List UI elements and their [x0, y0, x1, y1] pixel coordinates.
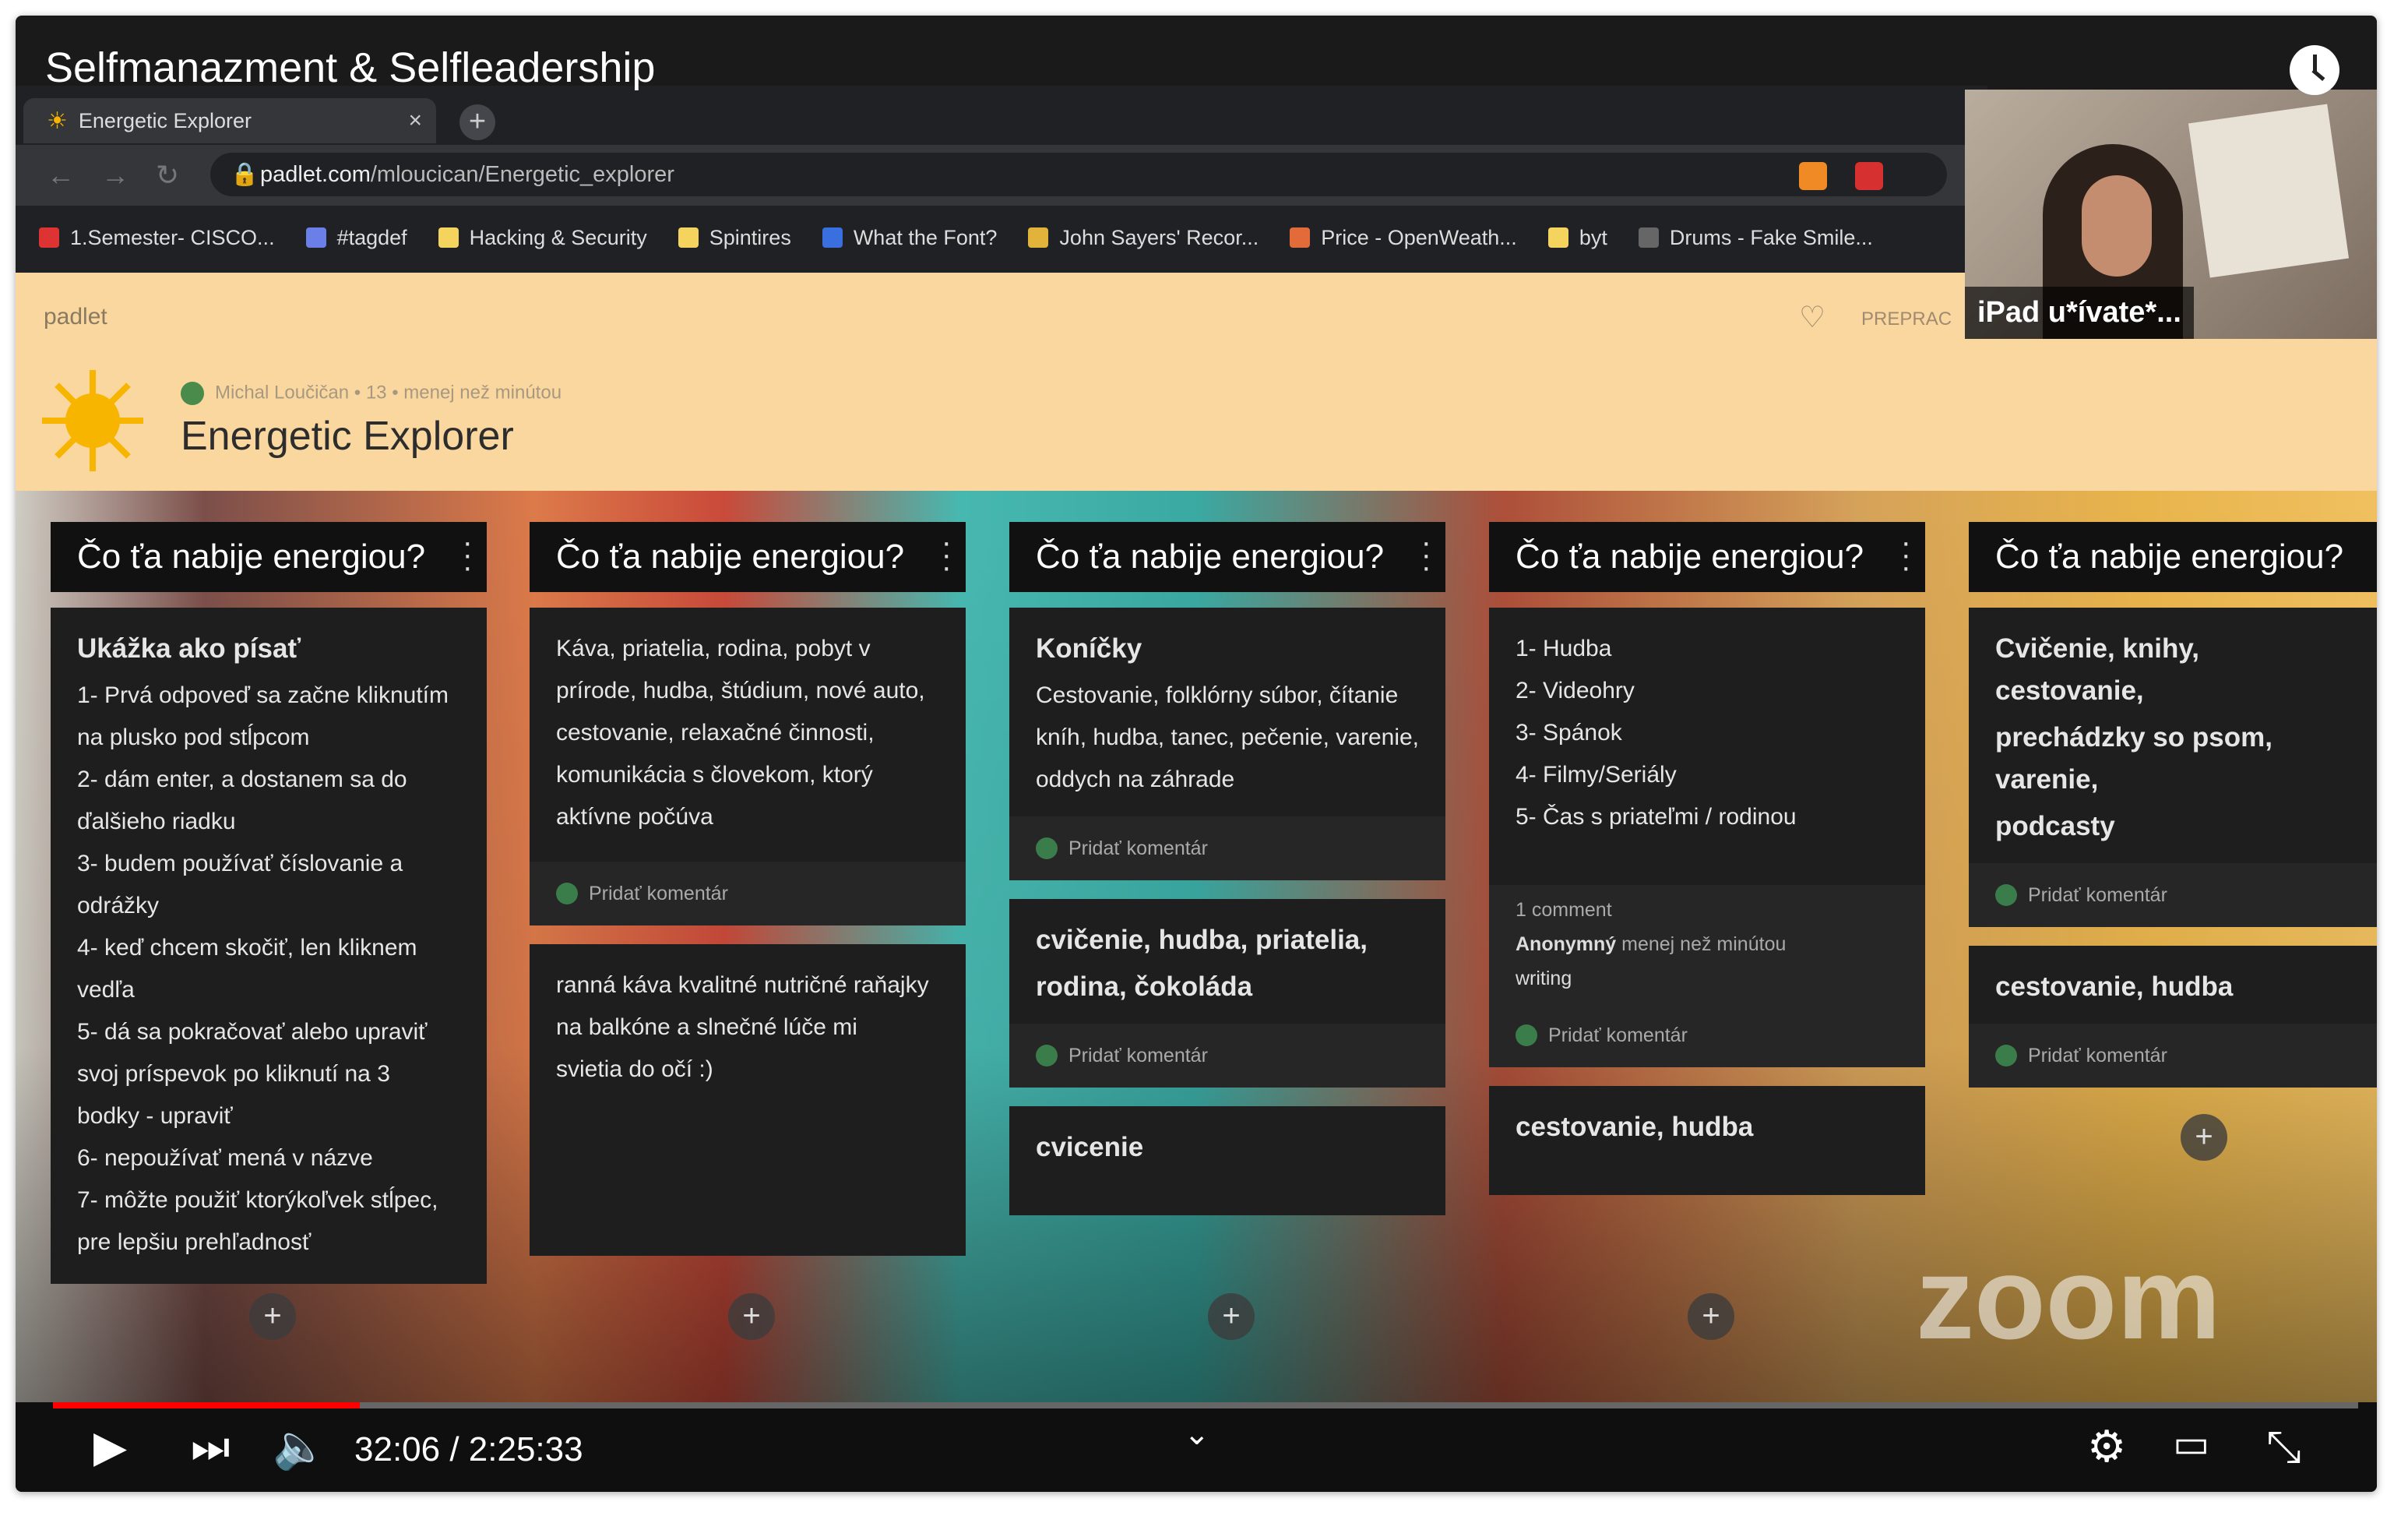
comment-thread: 1 comment Anonymný menej než minútou wri…: [1489, 885, 1925, 1003]
column-header[interactable]: Čo ťa nabije energiou? · · ·: [51, 522, 487, 592]
gear-icon[interactable]: ⚙: [2087, 1421, 2126, 1472]
bookmark[interactable]: Price - OpenWeath...: [1290, 226, 1517, 250]
add-comment-button[interactable]: Pridať komentár: [1969, 1024, 2377, 1088]
browser-window: ☀ Energetic Explorer × + ← → ↻ 🔒 padlet.…: [16, 86, 1987, 284]
clock-icon[interactable]: [2290, 45, 2339, 95]
player-controls: ▶ ⏭ 🔈 32:06 / 2:25:33 ⌄ ⚙ ▭ ⤡: [16, 1402, 2377, 1492]
bookmark[interactable]: John Sayers' Recor...: [1028, 226, 1259, 250]
remake-button[interactable]: PREPRAC: [1861, 308, 1952, 330]
avatar: [1036, 837, 1058, 859]
column-header[interactable]: Čo ťa nabije energiou? · · ·: [1489, 522, 1925, 592]
add-post-button[interactable]: +: [1688, 1293, 1734, 1340]
sun-icon: ☀: [47, 108, 68, 134]
avatar: [1995, 1045, 2017, 1066]
column-header[interactable]: Čo ťa nabije energiou? · · ·: [530, 522, 966, 592]
add-comment-button[interactable]: Pridať komentár: [530, 862, 966, 925]
column: Čo ťa nabije energiou? · · · 1- Hudba 2- Vid…: [1489, 522, 1925, 1195]
add-post-button[interactable]: +: [2181, 1114, 2227, 1161]
new-tab-button[interactable]: +: [459, 104, 495, 140]
bookmark[interactable]: What the Font?: [822, 226, 997, 250]
bookmark[interactable]: Spintires: [678, 226, 791, 250]
extension-icon[interactable]: [1855, 162, 1883, 190]
post-card[interactable]: Cvičenie, knihy, cestovanie, prechádzky …: [1969, 608, 2377, 927]
next-icon[interactable]: ⏭: [191, 1421, 230, 1473]
reload-icon[interactable]: ↻: [156, 159, 179, 192]
post-card[interactable]: Ukážka ako písať 1- Prvá odpoveď sa začn…: [51, 608, 487, 1284]
participant-video[interactable]: iPad u*ívate*...: [1965, 90, 2377, 339]
column: Čo ťa nabije energiou? · · · Koníčky Cestov…: [1009, 522, 1445, 1215]
add-comment-button[interactable]: Pridať komentár: [1969, 863, 2377, 927]
lock-icon: 🔒: [231, 162, 259, 187]
post-card[interactable]: cvičenie, hudba, priatelia, rodina, čoko…: [1009, 899, 1445, 1088]
post-card[interactable]: cestovanie, hudba Pridať komentár: [1969, 946, 2377, 1088]
url-path: /mloucican/Energetic_explorer: [370, 162, 674, 187]
avatar: [1995, 884, 2017, 906]
navigation-bar: ← → ↻ 🔒 padlet.com/mloucican/Energetic_e…: [16, 145, 1987, 206]
volume-icon[interactable]: 🔈: [273, 1421, 327, 1472]
bookmark[interactable]: Drums - Fake Smile...: [1638, 226, 1873, 250]
add-comment-button[interactable]: Pridať komentár: [1489, 1003, 1925, 1067]
close-icon[interactable]: ×: [408, 108, 422, 134]
bookmark[interactable]: #tagdef: [305, 226, 407, 250]
extension-icon[interactable]: [1799, 162, 1827, 190]
tab-title: Energetic Explorer: [78, 108, 252, 132]
more-icon[interactable]: · · ·: [942, 527, 952, 583]
bookmark[interactable]: Hacking & Security: [438, 226, 647, 250]
column: Čo ťa nabije energiou? Cvičenie, knihy, …: [1969, 522, 2377, 1088]
add-comment-button[interactable]: Pridať komentár: [1009, 1024, 1445, 1088]
exit-fullscreen-icon[interactable]: ⤡: [2266, 1421, 2301, 1473]
heart-icon[interactable]: ♡: [1799, 300, 1825, 335]
sun-icon: [42, 370, 143, 471]
post-card[interactable]: ranná káva kvalitné nutričné raňajky na b…: [530, 944, 966, 1256]
bookmark[interactable]: 1.Semester- CISCO...: [39, 226, 275, 250]
video-title: Selfmanazment & Selfleadership: [45, 44, 656, 91]
back-icon[interactable]: ←: [47, 159, 75, 192]
post-card[interactable]: cestovanie, hudba: [1489, 1086, 1925, 1195]
avatar: [556, 883, 578, 904]
add-comment-button[interactable]: Pridať komentár: [1009, 816, 1445, 880]
more-icon[interactable]: · · ·: [1421, 527, 1431, 583]
time-display: 32:06 / 2:25:33: [354, 1430, 583, 1468]
zoom-watermark: zoom: [1916, 1232, 2221, 1363]
column-header[interactable]: Čo ťa nabije energiou?: [1969, 522, 2377, 592]
play-icon[interactable]: ▶: [93, 1421, 127, 1472]
add-post-button[interactable]: +: [1208, 1293, 1255, 1340]
address-bar[interactable]: 🔒 padlet.com/mloucican/Energetic_explore…: [210, 153, 1947, 196]
post-card[interactable]: Káva, priatelia, rodina, pobyt v prírode,…: [530, 608, 966, 925]
bookmark[interactable]: byt: [1547, 226, 1607, 250]
cast-icon[interactable]: ▭: [2173, 1421, 2209, 1466]
video-player[interactable]: Selfmanazment & Selfleadership ☀ Energet…: [16, 16, 2377, 1492]
column: Čo ťa nabije energiou? · · · Ukážka ako pís…: [51, 522, 487, 1284]
column-header[interactable]: Čo ťa nabije energiou? · · ·: [1009, 522, 1445, 592]
author-line: Michal Loučičan • 13 • menej než minútou: [181, 382, 562, 405]
forward-icon[interactable]: →: [101, 159, 129, 192]
post-card[interactable]: cvicenie: [1009, 1106, 1445, 1215]
avatar: [1516, 1024, 1537, 1046]
padlet-logo[interactable]: padlet: [44, 304, 107, 330]
bookmarks-bar: 1.Semester- CISCO... #tagdef Hacking & S…: [16, 206, 1987, 269]
participant-name: iPad u*ívate*...: [1965, 287, 2194, 339]
add-post-button[interactable]: +: [249, 1293, 296, 1340]
chevron-down-icon[interactable]: ⌄: [1184, 1416, 1210, 1452]
post-card[interactable]: Koníčky Cestovanie, folklórny súbor, čít…: [1009, 608, 1445, 880]
url-host: padlet.com: [260, 162, 371, 187]
avatar: [1036, 1045, 1058, 1066]
more-icon[interactable]: · · ·: [1901, 527, 1911, 583]
post-card[interactable]: 1- Hudba 2- Videohry 3- Spánok 4- Filmy/Ser…: [1489, 608, 1925, 1067]
add-post-button[interactable]: +: [728, 1293, 775, 1340]
more-icon[interactable]: · · ·: [463, 527, 473, 583]
browser-tab[interactable]: ☀ Energetic Explorer ×: [23, 98, 436, 143]
column: Čo ťa nabije energiou? · · · Káva, priateli…: [530, 522, 966, 1256]
board-title: Energetic Explorer: [181, 414, 514, 459]
progress-bar[interactable]: [53, 1402, 2358, 1408]
